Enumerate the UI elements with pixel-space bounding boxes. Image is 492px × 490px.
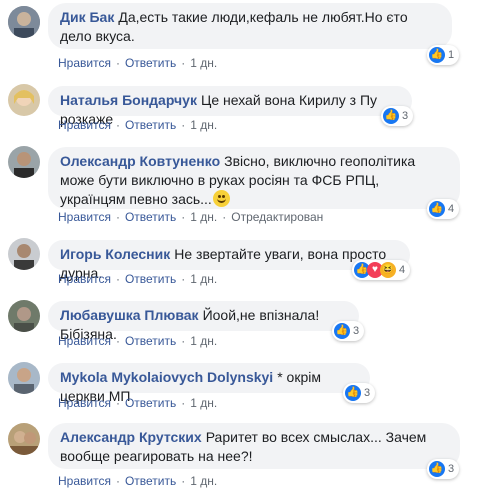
reply-button[interactable]: Ответить: [125, 272, 176, 286]
comment-time[interactable]: 1 дн.: [190, 396, 217, 410]
separator: ·: [115, 56, 120, 70]
reaction-count: 3: [448, 463, 455, 475]
comment-author[interactable]: Дик Бак: [60, 9, 114, 25]
separator: ·: [181, 396, 186, 410]
reaction-count: 3: [364, 387, 371, 399]
separator: ·: [115, 474, 120, 488]
like-icon: 👍: [383, 108, 399, 124]
comment-time[interactable]: 1 дн.: [190, 272, 217, 286]
avatar[interactable]: [8, 84, 40, 116]
reply-button[interactable]: Ответить: [125, 56, 176, 70]
like-button[interactable]: Нравится: [58, 396, 111, 410]
comment-time[interactable]: 1 дн.: [190, 56, 217, 70]
like-icon: 👍: [429, 461, 445, 477]
like-icon: 👍: [345, 385, 361, 401]
separator: ·: [181, 474, 186, 488]
comment-bubble: Mykola Mykolaiovych Dolynskyi * окрім цер…: [48, 363, 370, 404]
comment-actions: Нравится · Ответить · 1 дн. · Отредактирован: [58, 210, 323, 224]
comment-actions: Нравится · Ответить · 1 дн.: [58, 334, 217, 348]
comment-bubble: Любавушка Плювак Йоой,не впізнала! Бібізя…: [48, 301, 359, 342]
like-icon: 👍: [334, 323, 350, 339]
comment-bubble: Олександр Ковтуненко Звісно, виключно гео…: [48, 147, 460, 209]
comment-time[interactable]: 1 дн.: [190, 474, 217, 488]
like-button[interactable]: Нравится: [58, 118, 111, 132]
separator: ·: [115, 272, 120, 286]
comment-time[interactable]: 1 дн.: [190, 210, 217, 224]
comment-bubble: Наталья Бондарчук Це нехай вона Кирилу з …: [48, 86, 412, 127]
reaction-summary[interactable]: 👍 1: [427, 45, 460, 65]
separator: ·: [181, 334, 186, 348]
separator: ·: [181, 272, 186, 286]
reaction-count: 4: [399, 264, 406, 276]
haha-icon: 😆: [380, 262, 396, 278]
avatar[interactable]: [8, 146, 40, 178]
separator: ·: [181, 118, 186, 132]
separator: ·: [115, 334, 120, 348]
separator: ·: [222, 210, 227, 224]
comment-time[interactable]: 1 дн.: [190, 118, 217, 132]
comment-actions: Нравится · Ответить · 1 дн.: [58, 396, 217, 410]
comment-actions: Нравится · Ответить · 1 дн.: [58, 56, 217, 70]
reaction-count: 4: [448, 203, 455, 215]
reaction-count: 3: [353, 325, 360, 337]
comment-author[interactable]: Mykola Mykolaiovych Dolynskyi: [60, 369, 273, 385]
reply-button[interactable]: Ответить: [125, 334, 176, 348]
reaction-summary[interactable]: 👍 3: [427, 459, 460, 479]
separator: ·: [115, 210, 120, 224]
reply-button[interactable]: Ответить: [125, 118, 176, 132]
avatar[interactable]: [8, 6, 40, 38]
edited-label[interactable]: Отредактирован: [231, 210, 323, 224]
comment-author[interactable]: Александр Крутских: [60, 429, 202, 445]
reaction-summary[interactable]: 👍 ♥ 😆 4: [352, 260, 411, 280]
like-icon: 👍: [429, 47, 445, 63]
reaction-count: 1: [448, 49, 455, 61]
reaction-summary[interactable]: 👍 3: [381, 106, 414, 126]
like-button[interactable]: Нравится: [58, 272, 111, 286]
like-button[interactable]: Нравится: [58, 210, 111, 224]
like-button[interactable]: Нравится: [58, 334, 111, 348]
comment-author[interactable]: Игорь Колесник: [60, 246, 170, 262]
avatar[interactable]: [8, 238, 40, 270]
reaction-summary[interactable]: 👍 3: [343, 383, 376, 403]
separator: ·: [181, 210, 186, 224]
comment-author[interactable]: Наталья Бондарчук: [60, 92, 197, 108]
comment-author[interactable]: Любавушка Плювак: [60, 307, 199, 323]
comment-bubble: Александр Крутских Раритет во всех смысла…: [48, 423, 460, 469]
reaction-summary[interactable]: 👍 3: [332, 321, 365, 341]
comment-bubble: Дик Бак Да,есть такие люди,кефаль не любя…: [48, 3, 452, 49]
separator: ·: [115, 118, 120, 132]
separator: ·: [115, 396, 120, 410]
reply-button[interactable]: Ответить: [125, 474, 176, 488]
comment-actions: Нравится · Ответить · 1 дн.: [58, 118, 217, 132]
comment-actions: Нравится · Ответить · 1 дн.: [58, 272, 217, 286]
reaction-summary[interactable]: 👍 4: [427, 199, 460, 219]
avatar[interactable]: [8, 423, 40, 455]
reaction-count: 3: [402, 110, 409, 122]
avatar[interactable]: [8, 362, 40, 394]
comment-actions: Нравится · Ответить · 1 дн.: [58, 474, 217, 488]
reply-button[interactable]: Ответить: [125, 396, 176, 410]
separator: ·: [181, 56, 186, 70]
like-icon: 👍: [429, 201, 445, 217]
like-button[interactable]: Нравится: [58, 474, 111, 488]
avatar[interactable]: [8, 300, 40, 332]
comment-author[interactable]: Олександр Ковтуненко: [60, 153, 220, 169]
smile-emoji: [212, 190, 230, 207]
reply-button[interactable]: Ответить: [125, 210, 176, 224]
comment-time[interactable]: 1 дн.: [190, 334, 217, 348]
like-button[interactable]: Нравится: [58, 56, 111, 70]
